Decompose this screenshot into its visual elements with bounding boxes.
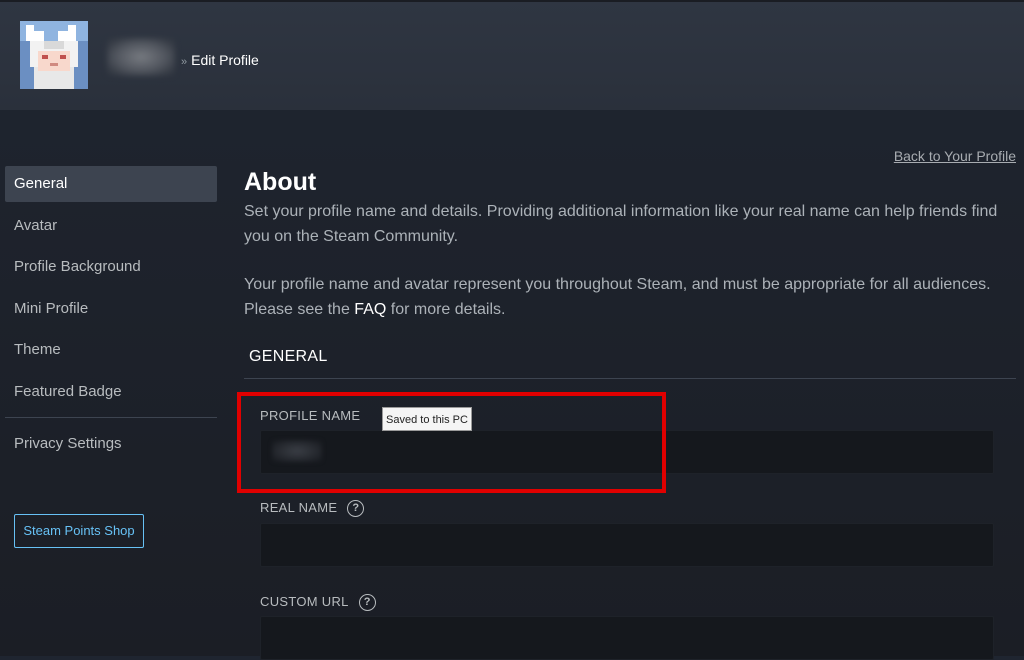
sidebar-item-theme[interactable]: Theme bbox=[5, 332, 217, 368]
top-border bbox=[0, 0, 1024, 2]
breadcrumb-separator: » bbox=[181, 56, 188, 68]
profile-name-input[interactable] bbox=[260, 430, 994, 474]
custom-url-input[interactable] bbox=[260, 616, 994, 660]
steam-points-shop-button[interactable]: Steam Points Shop bbox=[14, 514, 144, 548]
sidebar-item-mini-profile[interactable]: Mini Profile bbox=[5, 291, 217, 327]
real-name-input[interactable] bbox=[260, 523, 994, 567]
sidebar-item-avatar[interactable]: Avatar bbox=[5, 208, 217, 244]
breadcrumb: » Edit Profile bbox=[181, 52, 259, 68]
breadcrumb-current: Edit Profile bbox=[191, 52, 259, 68]
custom-url-label: CUSTOM URL? bbox=[260, 594, 376, 612]
sidebar-divider bbox=[5, 416, 217, 418]
username-blurred bbox=[107, 38, 175, 76]
real-name-label: REAL NAME? bbox=[260, 500, 365, 518]
profile-header: » Edit Profile bbox=[0, 0, 1024, 110]
help-icon[interactable]: ? bbox=[358, 594, 376, 612]
sidebar-nav: General Avatar Profile Background Mini P… bbox=[5, 166, 217, 467]
sidebar-item-profile-background[interactable]: Profile Background bbox=[5, 249, 217, 285]
profile-name-label: PROFILE NAME bbox=[260, 408, 361, 423]
about-description: Set your profile name and details. Provi… bbox=[244, 203, 998, 245]
about-guidelines: Your profile name and avatar represent y… bbox=[244, 272, 1004, 322]
general-section-title: GENERAL bbox=[249, 348, 328, 365]
sidebar-item-general[interactable]: General bbox=[5, 166, 217, 202]
faq-link[interactable]: FAQ bbox=[354, 301, 386, 318]
avatar[interactable] bbox=[20, 21, 88, 89]
autofill-tooltip: Saved to this PC bbox=[382, 407, 472, 431]
real-name-label-text: REAL NAME bbox=[260, 500, 338, 515]
profile-name-value-blurred bbox=[272, 440, 322, 462]
sidebar-item-privacy-settings[interactable]: Privacy Settings bbox=[5, 426, 217, 462]
avatar-pixel-art bbox=[20, 21, 88, 89]
custom-url-label-text: CUSTOM URL bbox=[260, 594, 349, 609]
section-divider bbox=[244, 378, 1016, 379]
back-to-profile-link[interactable]: Back to Your Profile bbox=[894, 148, 1016, 164]
sidebar-item-featured-badge[interactable]: Featured Badge bbox=[5, 374, 217, 410]
help-icon[interactable]: ? bbox=[347, 500, 365, 518]
guidelines-suffix: for more details. bbox=[386, 301, 506, 318]
page-title: About bbox=[244, 168, 317, 196]
